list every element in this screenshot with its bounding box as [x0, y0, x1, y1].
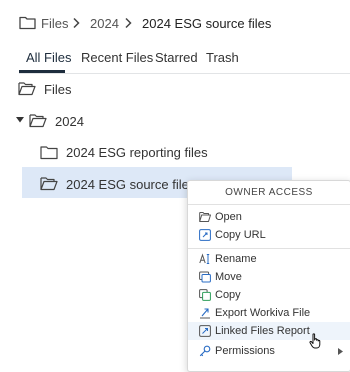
tab-starred[interactable]: Starred — [155, 50, 198, 66]
tab-all-files[interactable]: All Files — [26, 50, 72, 66]
menu-divider — [188, 248, 350, 249]
folder-open-icon — [40, 176, 58, 191]
menu-item-label: Rename — [215, 253, 257, 265]
tree-item-label: 2024 — [55, 114, 84, 129]
tab-trash[interactable]: Trash — [206, 50, 239, 66]
menu-item-label: Open — [215, 211, 242, 223]
folder-open-icon — [29, 113, 47, 128]
menu-item-label: Move — [215, 271, 242, 283]
folder-icon — [40, 145, 58, 160]
menu-header: OWNER ACCESS — [225, 187, 313, 198]
context-menu: OWNER ACCESS Open Copy URL Rename Move C… — [187, 180, 350, 372]
rename-icon — [199, 253, 211, 265]
tree-item-label: 2024 ESG reporting files — [66, 145, 208, 160]
folder-open-icon — [199, 211, 211, 223]
tab-recent-files[interactable]: Recent Files — [81, 50, 153, 66]
folder-icon — [19, 15, 36, 30]
menu-item-copy-url[interactable]: Copy URL — [188, 226, 350, 244]
menu-item-label: Copy — [215, 289, 241, 301]
folder-open-icon — [18, 81, 36, 96]
hand-cursor-icon — [309, 333, 323, 349]
menu-item-copy[interactable]: Copy — [188, 286, 350, 304]
caret-right-icon — [338, 348, 343, 355]
menu-item-label: Copy URL — [215, 229, 266, 241]
menu-item-open[interactable]: Open — [188, 208, 350, 226]
menu-item-move[interactable]: Move — [188, 268, 350, 286]
breadcrumb-item-files[interactable]: Files — [41, 16, 68, 32]
menu-item-rename[interactable]: Rename — [188, 250, 350, 268]
breadcrumb-item-2024[interactable]: 2024 — [90, 16, 119, 32]
menu-item-label: Permissions — [215, 345, 275, 357]
menu-item-label: Linked Files Report — [215, 325, 310, 337]
tabs-divider — [19, 73, 350, 74]
chevron-right-icon — [124, 17, 132, 29]
tree-item-label: 2024 ESG source files — [66, 177, 196, 192]
link-icon — [199, 229, 211, 241]
breadcrumb-item-current: 2024 ESG source files — [142, 16, 272, 31]
copy-icon — [199, 289, 211, 301]
tree-item-label: Files — [44, 82, 72, 97]
linked-report-icon — [199, 325, 211, 337]
caret-down-icon[interactable] — [16, 117, 24, 123]
menu-item-export-workiva-file[interactable]: Export Workiva File — [188, 304, 350, 322]
menu-item-linked-files-report[interactable]: Linked Files Report — [188, 322, 350, 340]
menu-item-permissions[interactable]: Permissions — [188, 342, 350, 360]
chevron-right-icon — [72, 17, 80, 29]
move-icon — [199, 271, 211, 283]
permissions-key-icon — [199, 345, 211, 357]
menu-divider — [188, 204, 350, 205]
menu-item-label: Export Workiva File — [215, 307, 311, 319]
export-icon — [199, 307, 211, 319]
